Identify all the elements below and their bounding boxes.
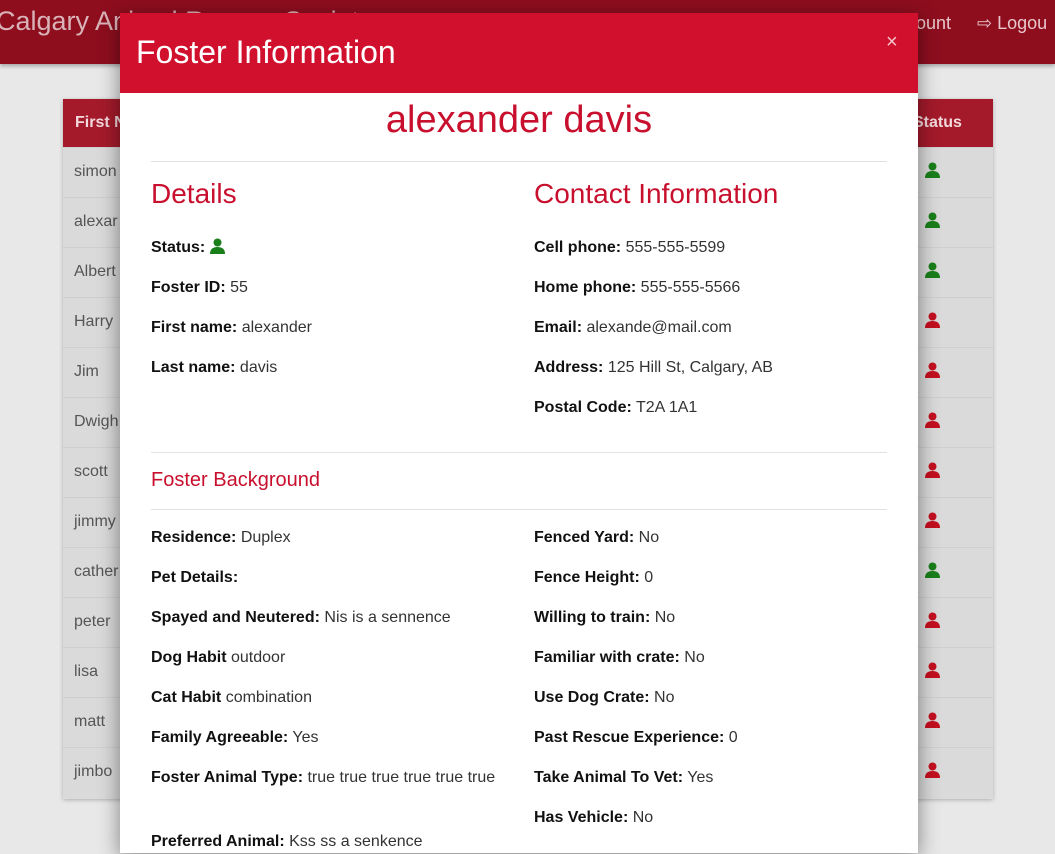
background-field: Pet Details: bbox=[151, 566, 238, 590]
details-field: First name: alexander bbox=[151, 316, 312, 340]
foster-name: alexander davis bbox=[385, 99, 653, 141]
status-field: Status: bbox=[151, 236, 225, 262]
details-field: Last name: davis bbox=[151, 356, 277, 380]
background-label: Fence Height: bbox=[534, 569, 640, 586]
background-label: Take Animal To Vet: bbox=[534, 769, 684, 786]
background-label: Familiar with crate: bbox=[534, 649, 680, 666]
background-value: No bbox=[684, 649, 705, 666]
background-label: Fenced Yard: bbox=[534, 529, 635, 546]
contact-value: 125 Hill St, Calgary, AB bbox=[607, 359, 773, 376]
background-label: Use Dog Crate: bbox=[534, 689, 650, 706]
background-field: Spayed and Neutered: Nis is a sennence bbox=[151, 606, 451, 630]
background-field: Family Agreeable: Yes bbox=[151, 726, 319, 750]
background-field: Fenced Yard: No bbox=[534, 526, 659, 550]
divider bbox=[151, 452, 887, 453]
background-label: Family Agreeable: bbox=[151, 729, 289, 746]
modal-title: Foster Information bbox=[136, 34, 396, 70]
background-value: Yes bbox=[292, 729, 319, 746]
background-label: Preferred Animal: bbox=[151, 833, 285, 850]
contact-label: Address: bbox=[534, 359, 604, 376]
background-label: Pet Details: bbox=[151, 569, 239, 586]
background-field: Preferred Animal: Kss ss a senkence bbox=[151, 830, 423, 854]
divider bbox=[151, 509, 887, 510]
background-field: Use Dog Crate: No bbox=[534, 686, 674, 710]
details-value: 55 bbox=[230, 279, 248, 296]
background-field: Dog Habit outdoor bbox=[151, 646, 285, 670]
contact-field: Address: 125 Hill St, Calgary, AB bbox=[534, 356, 773, 380]
foster-background-heading: Foster Background bbox=[151, 469, 320, 491]
background-value: combination bbox=[225, 689, 312, 706]
background-label: Willing to train: bbox=[534, 609, 651, 626]
background-value: Yes bbox=[687, 769, 714, 786]
background-field: Past Rescue Experience: 0 bbox=[534, 726, 738, 750]
background-value: Nis is a sennence bbox=[324, 609, 451, 626]
background-field: Foster Animal Type: true true true true … bbox=[151, 766, 501, 790]
background-field: Take Animal To Vet: Yes bbox=[534, 766, 713, 790]
background-value: No bbox=[654, 689, 675, 706]
contact-field: Home phone: 555-555-5566 bbox=[534, 276, 740, 300]
background-value: outdoor bbox=[231, 649, 286, 666]
contact-value: 555-555-5599 bbox=[625, 239, 726, 256]
contact-label: Home phone: bbox=[534, 279, 637, 296]
background-label: Spayed and Neutered: bbox=[151, 609, 320, 626]
contact-field: Email: alexande@mail.com bbox=[534, 316, 732, 340]
background-label: Residence: bbox=[151, 529, 237, 546]
close-button[interactable]: × bbox=[886, 31, 898, 54]
background-label: Past Rescue Experience: bbox=[534, 729, 725, 746]
background-label: Has Vehicle: bbox=[534, 809, 629, 826]
details-heading: Details bbox=[151, 178, 237, 209]
background-field: Willing to train: No bbox=[534, 606, 675, 630]
modal-header: Foster Information × bbox=[120, 13, 918, 93]
background-value: No bbox=[638, 529, 660, 546]
details-field: Foster ID: 55 bbox=[151, 276, 248, 300]
background-value: Kss ss a senkence bbox=[289, 833, 423, 850]
background-value: true true true true true true bbox=[307, 769, 496, 786]
details-label: Foster ID: bbox=[151, 279, 226, 296]
background-field: Cat Habit combination bbox=[151, 686, 312, 710]
background-value: No bbox=[654, 609, 676, 626]
contact-heading: Contact Information bbox=[534, 178, 779, 209]
background-value: Duplex bbox=[240, 529, 291, 546]
contact-field: Cell phone: 555-555-5599 bbox=[534, 236, 725, 260]
background-field: Residence: Duplex bbox=[151, 526, 291, 550]
contact-field: Postal Code: T2A 1A1 bbox=[534, 396, 697, 420]
background-label: Foster Animal Type: bbox=[151, 769, 304, 786]
background-field: Has Vehicle: No bbox=[534, 806, 653, 830]
contact-label: Email: bbox=[534, 319, 583, 336]
contact-label: Postal Code: bbox=[534, 399, 632, 416]
contact-label: Cell phone: bbox=[534, 239, 622, 256]
background-field: Familiar with crate: No bbox=[534, 646, 705, 670]
contact-value: T2A 1A1 bbox=[635, 399, 698, 416]
details-value: alexander bbox=[241, 319, 312, 336]
contact-value: 555-555-5566 bbox=[640, 279, 741, 296]
foster-info-modal: Foster Information × alexander davis Det… bbox=[120, 13, 918, 853]
divider bbox=[151, 161, 887, 162]
details-label: Last name: bbox=[151, 359, 236, 376]
background-value: 0 bbox=[728, 729, 738, 746]
details-label: First name: bbox=[151, 319, 238, 336]
background-value: No bbox=[632, 809, 654, 826]
person-active-icon bbox=[209, 238, 225, 262]
background-field: Fence Height: 0 bbox=[534, 566, 653, 590]
contact-value: alexande@mail.com bbox=[586, 319, 732, 336]
status-label: Status: bbox=[151, 239, 206, 256]
background-label: Dog Habit bbox=[151, 649, 227, 666]
background-value: 0 bbox=[644, 569, 654, 586]
background-label: Cat Habit bbox=[151, 689, 222, 706]
details-value: davis bbox=[239, 359, 278, 376]
